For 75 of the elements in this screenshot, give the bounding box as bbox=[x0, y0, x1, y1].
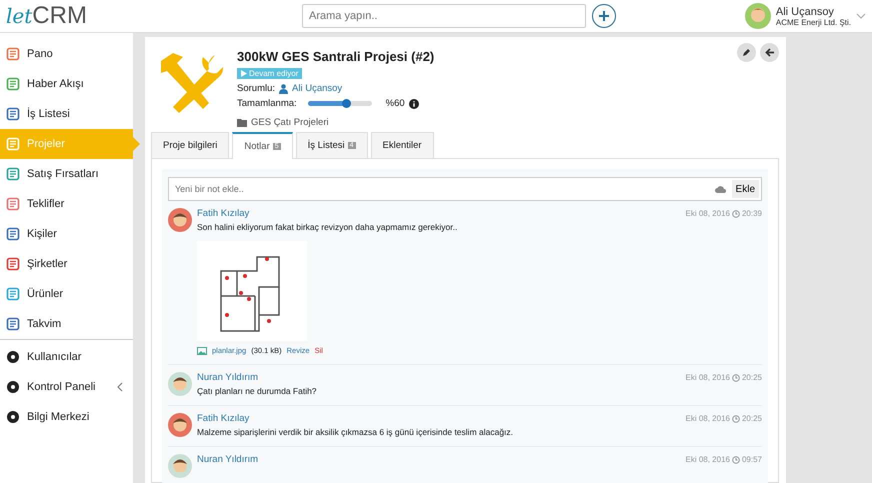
floor-plan-image[interactable] bbox=[197, 241, 307, 341]
clock-icon bbox=[732, 456, 740, 464]
clock-icon bbox=[732, 374, 740, 382]
sidebar-item[interactable]: İş Listesi bbox=[0, 99, 133, 129]
clock-icon bbox=[732, 210, 740, 218]
back-button[interactable] bbox=[760, 43, 779, 62]
note-date: Eki 08, 2016 bbox=[685, 414, 730, 423]
sidebar-item[interactable]: Pano bbox=[0, 39, 133, 69]
user-name[interactable]: Ali Uçansoy bbox=[776, 6, 851, 18]
note-text: Malzeme siparişlerini verdik bir aksilik çıkmazsa 6 iş günü içerisinde teslim alacağız. bbox=[197, 427, 514, 437]
note-time: 20:25 bbox=[742, 373, 762, 382]
sidebar-item[interactable]: Teklifler bbox=[0, 189, 133, 219]
nav-icon bbox=[6, 257, 20, 271]
info-icon[interactable] bbox=[408, 98, 419, 108]
image-file-icon bbox=[197, 346, 207, 354]
tab[interactable]: Proje bilgileri bbox=[151, 132, 230, 158]
note-time: 20:25 bbox=[742, 414, 762, 423]
sidebar-item[interactable]: Kişiler bbox=[0, 219, 133, 249]
note-time: 09:57 bbox=[742, 455, 762, 464]
nav-icon bbox=[6, 227, 20, 241]
upload-icon[interactable] bbox=[714, 185, 726, 193]
note-date: Eki 08, 2016 bbox=[685, 455, 730, 464]
sidebar-item[interactable]: Kontrol Paneli bbox=[0, 372, 133, 402]
folder-icon bbox=[237, 118, 247, 126]
progress-slider[interactable] bbox=[308, 101, 372, 106]
nav-icon bbox=[6, 410, 20, 424]
avatar-icon bbox=[744, 3, 771, 29]
search-field[interactable]: Arama yapın.. bbox=[302, 4, 586, 28]
nav-icon bbox=[6, 380, 20, 394]
owner-label: Sorumlu: bbox=[237, 83, 276, 94]
plus-icon bbox=[598, 10, 610, 22]
note-time: 20:39 bbox=[742, 209, 762, 218]
nav-icon bbox=[6, 77, 20, 91]
sidebar-item[interactable]: Şirketler bbox=[0, 249, 133, 279]
sidebar-item[interactable]: Bilgi Merkezi bbox=[0, 402, 133, 432]
nav-icon bbox=[6, 47, 20, 61]
category-label: GES Çatı Projeleri bbox=[251, 117, 329, 128]
pencil-icon bbox=[742, 48, 751, 57]
project-title: 300kW GES Santrali Projesi (#2) bbox=[237, 49, 436, 64]
progress-label: Tamamlanma: bbox=[237, 98, 297, 109]
sidebar-item[interactable]: Satış Fırsatları bbox=[0, 159, 133, 189]
clock-icon bbox=[732, 414, 740, 422]
note-field[interactable]: Yeni bir not ekle.. Ekle bbox=[168, 177, 762, 201]
progress-value: %60 bbox=[386, 98, 405, 109]
note-text: Son halini ekliyorum fakat birkaç revizyon daha yapmamız gerekiyor.. bbox=[197, 222, 458, 232]
sidebar-item[interactable]: Haber Akışı bbox=[0, 69, 133, 99]
nav-icon bbox=[6, 350, 20, 364]
status-badge: Devam ediyor bbox=[237, 68, 302, 79]
author-link[interactable]: Nuran Yıldırım bbox=[197, 454, 684, 465]
nav-icon bbox=[6, 317, 20, 331]
owner-link[interactable]: Ali Uçansoy bbox=[292, 83, 342, 94]
nav-icon bbox=[6, 287, 20, 301]
app-logo[interactable]: letCRM bbox=[0, 4, 302, 28]
nav-icon bbox=[6, 107, 20, 121]
nav-icon bbox=[6, 137, 20, 151]
note-text: Çatı planları ne durumda Fatih? bbox=[197, 386, 318, 396]
sidebar-item[interactable]: Ürünler bbox=[0, 279, 133, 309]
user-company: ACME Enerji Ltd. Şti. bbox=[776, 18, 851, 26]
edit-button[interactable] bbox=[737, 43, 756, 62]
play-icon bbox=[241, 70, 247, 77]
nav-icon bbox=[6, 167, 20, 181]
author-link[interactable]: Fatih Kızılay bbox=[197, 208, 684, 219]
slider-thumb[interactable] bbox=[342, 98, 352, 108]
note-date: Eki 08, 2016 bbox=[685, 209, 730, 218]
sidebar-item[interactable]: Takvim bbox=[0, 309, 133, 339]
nav-icon bbox=[6, 197, 20, 211]
arrow-left-icon bbox=[764, 48, 774, 57]
user-icon bbox=[279, 84, 288, 94]
add-note-button[interactable]: Ekle bbox=[732, 180, 759, 198]
sidebar-item[interactable]: Kullanıcılar bbox=[0, 342, 133, 372]
author-link[interactable]: Nuran Yıldırım bbox=[197, 372, 684, 383]
add-button[interactable] bbox=[592, 4, 616, 28]
note-date: Eki 08, 2016 bbox=[685, 373, 730, 382]
tab[interactable]: Eklentiler bbox=[370, 132, 434, 158]
author-link[interactable]: Fatih Kızılay bbox=[197, 413, 684, 424]
